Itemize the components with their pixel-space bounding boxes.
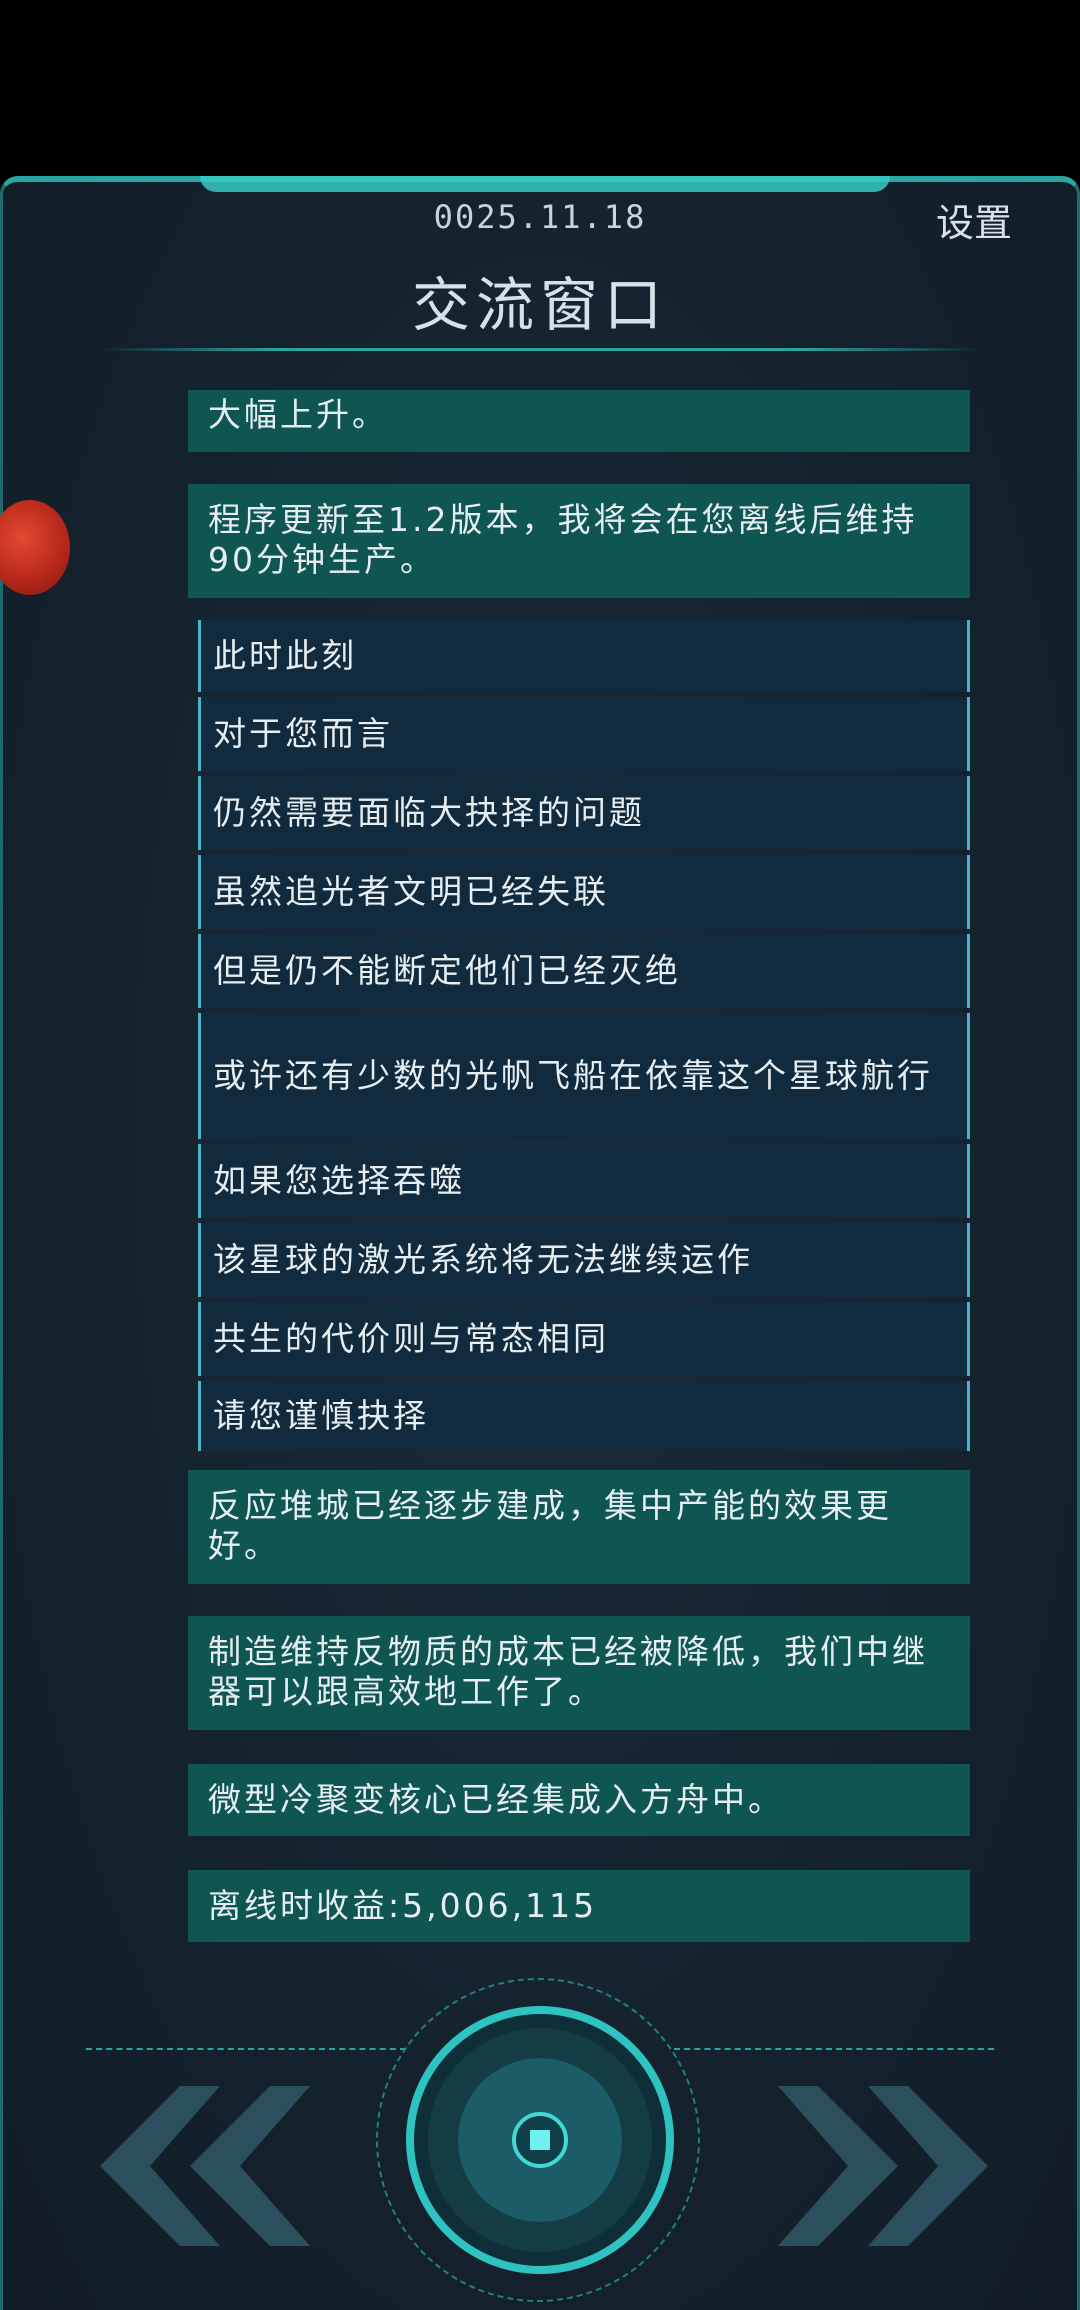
message-system: 大幅上升。 [188,390,970,452]
message-system: 反应堆城已经逐步建成，集中产能的效果更好。 [188,1470,970,1584]
message-text: 对于您而言 [213,714,393,753]
message-text: 反应堆城已经逐步建成，集中产能的效果更好。 [208,1486,892,1565]
message-text: 微型冷聚变核心已经集成入方舟中。 [208,1780,784,1819]
title-divider [100,348,980,351]
circular-core-button-icon[interactable] [404,2004,676,2276]
double-chevron-right-icon[interactable] [758,2086,988,2246]
footer-divider-right [674,2048,994,2050]
page-title: 交流窗口 [411,271,668,339]
message-story: 请您谨慎抉择 [198,1381,970,1451]
settings-button[interactable]: 设置 [936,192,1012,247]
message-system: 制造维持反物质的成本已经被降低，我们中继器可以跟高效地工作了。 [188,1616,970,1730]
message-text: 仍然需要面临大抉择的问题 [213,793,645,832]
message-text: 大幅上升。 [208,395,388,434]
message-story: 虽然追光者文明已经失联 [198,855,970,929]
message-text: 共生的代价则与常态相同 [213,1319,609,1358]
message-system: 离线时收益:5,006,115 [188,1870,970,1942]
message-text: 该星球的激光系统将无法继续运作 [213,1240,753,1279]
message-text: 此时此刻 [213,636,357,675]
message-text: 或许还有少数的光帆飞船在依靠这个星球航行 [213,1056,933,1095]
message-story: 该星球的激光系统将无法继续运作 [198,1223,970,1297]
message-story: 仍然需要面临大抉择的问题 [198,776,970,850]
message-story: 此时此刻 [198,620,970,692]
double-chevron-left-icon[interactable] [100,2086,330,2246]
message-text: 请您谨慎抉择 [213,1396,429,1435]
message-system: 微型冷聚变核心已经集成入方舟中。 [188,1764,970,1836]
date-display: 0025.11.18 [433,198,647,236]
message-story: 但是仍不能断定他们已经灭绝 [198,934,970,1008]
message-text: 虽然追光者文明已经失联 [213,872,609,911]
panel-top-glow [200,176,890,192]
message-text: 制造维持反物质的成本已经被降低，我们中继器可以跟高效地工作了。 [208,1632,928,1711]
message-text: 如果您选择吞噬 [213,1161,465,1200]
message-system: 程序更新至1.2版本，我将会在您离线后维持90分钟生产。 [188,484,970,598]
game-screen: 0025.11.18 设置 交流窗口 大幅上升。 程序更新至1.2版本，我将会在… [0,0,1080,2310]
message-story: 共生的代价则与常态相同 [198,1302,970,1376]
message-story: 对于您而言 [198,697,970,771]
message-story: 或许还有少数的光帆飞船在依靠这个星球航行 [198,1013,970,1139]
footer-divider-left [86,2048,406,2050]
message-story: 如果您选择吞噬 [198,1144,970,1218]
message-text: 但是仍不能断定他们已经灭绝 [213,951,681,990]
message-text: 程序更新至1.2版本，我将会在您离线后维持90分钟生产。 [208,500,918,579]
message-text: 离线时收益:5,006,115 [208,1886,598,1925]
